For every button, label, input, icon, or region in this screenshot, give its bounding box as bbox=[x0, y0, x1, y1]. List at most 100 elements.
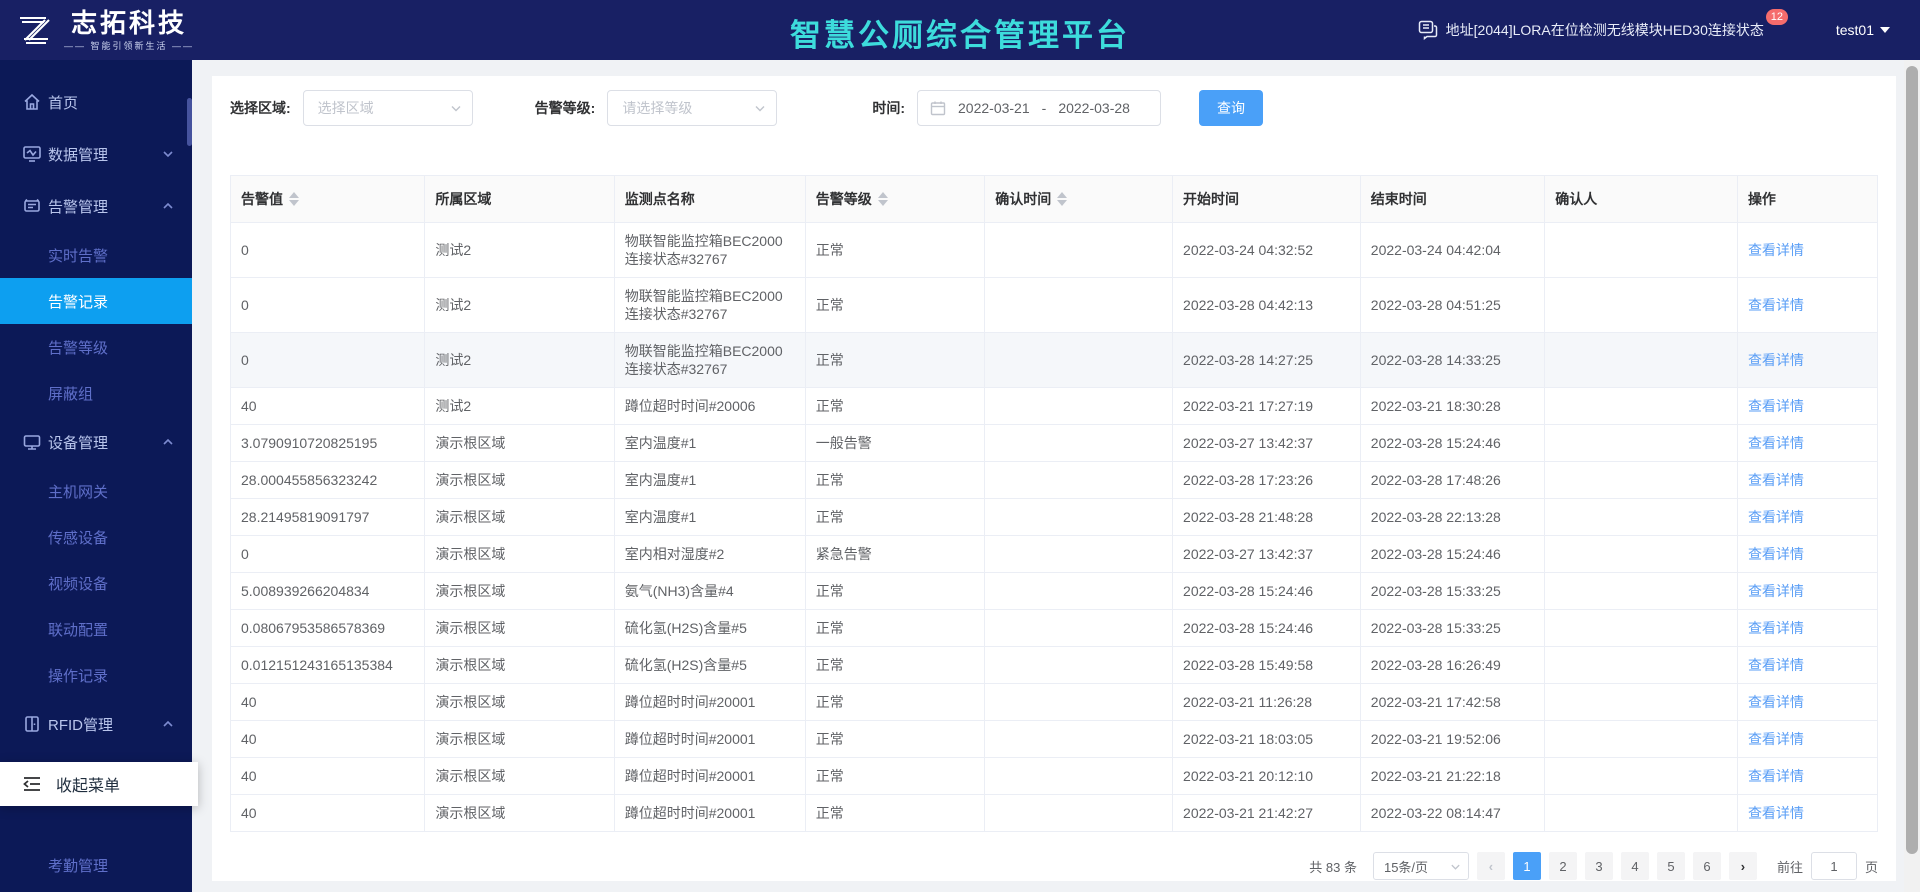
view-details-link[interactable]: 查看详情 bbox=[1748, 805, 1804, 821]
page-button-5[interactable]: 5 bbox=[1657, 852, 1685, 880]
cell-alarm-value: 5.008939266204834 bbox=[231, 573, 425, 610]
cell-start-time: 2022-03-28 15:49:58 bbox=[1173, 647, 1361, 684]
view-details-link[interactable]: 查看详情 bbox=[1748, 657, 1804, 673]
page-button-1[interactable]: 1 bbox=[1513, 852, 1541, 880]
cell-alarm-level: 一般告警 bbox=[805, 425, 985, 462]
view-details-link[interactable]: 查看详情 bbox=[1748, 731, 1804, 747]
sidebar-scrollbar-thumb[interactable] bbox=[187, 98, 192, 146]
page-title: 智慧公厕综合管理平台 bbox=[790, 10, 1130, 55]
home-icon bbox=[22, 92, 42, 112]
sidebar-item-host-gateway[interactable]: 主机网关 bbox=[0, 468, 192, 514]
cell-alarm-value: 0.012151243165135384 bbox=[231, 647, 425, 684]
sidebar-item-home[interactable]: 首页 bbox=[0, 76, 192, 128]
cell-alarm-value: 40 bbox=[231, 721, 425, 758]
cell-actions: 查看详情 bbox=[1737, 721, 1877, 758]
cell-start-time: 2022-03-28 15:24:46 bbox=[1173, 610, 1361, 647]
sort-carets-icon[interactable] bbox=[1057, 192, 1067, 206]
col-region: 所属区域 bbox=[425, 176, 614, 223]
cell-actions: 查看详情 bbox=[1737, 647, 1877, 684]
sidebar-item-realtime-alarm[interactable]: 实时告警 bbox=[0, 232, 192, 278]
date-separator: - bbox=[1042, 100, 1047, 116]
cell-point-name: 蹲位超时时间#20001 bbox=[614, 795, 805, 832]
cell-actions: 查看详情 bbox=[1737, 388, 1877, 425]
view-details-link[interactable]: 查看详情 bbox=[1748, 242, 1804, 258]
sidebar-item-operation-log[interactable]: 操作记录 bbox=[0, 652, 192, 698]
cell-confirmer bbox=[1545, 499, 1738, 536]
notification-area[interactable]: 地址[2044]LORA在位检测无线模块HED30连接状态 12 bbox=[1418, 20, 1764, 40]
table-row: 0.08067953586578369 演示根区域 硫化氢(H2S)含量#5 正… bbox=[231, 610, 1878, 647]
sort-carets-icon[interactable] bbox=[878, 192, 888, 206]
alarm-table: 告警值 所属区域 监测点名称 告警等级 确认时间 开始时间 结束时间 确认人 操… bbox=[230, 175, 1878, 832]
cell-confirmer bbox=[1545, 333, 1738, 388]
page-button-2[interactable]: 2 bbox=[1549, 852, 1577, 880]
view-details-link[interactable]: 查看详情 bbox=[1748, 546, 1804, 562]
sidebar-item-video-device[interactable]: 视频设备 bbox=[0, 560, 192, 606]
region-label: 选择区域: bbox=[230, 98, 291, 118]
sidebar-item-shield-group[interactable]: 屏蔽组 bbox=[0, 370, 192, 416]
chevron-down-icon bbox=[754, 102, 766, 114]
sidebar-item-device-mgmt[interactable]: 设备管理 bbox=[0, 416, 192, 468]
sidebar-item-sensor-device[interactable]: 传感设备 bbox=[0, 514, 192, 560]
total-count: 共 83 条 bbox=[1309, 857, 1357, 876]
page-size-select[interactable]: 15条/页 bbox=[1373, 852, 1469, 880]
cell-alarm-level: 正常 bbox=[805, 758, 985, 795]
time-label: 时间: bbox=[872, 98, 905, 118]
sidebar-item-linkage-config[interactable]: 联动配置 bbox=[0, 606, 192, 652]
notification-text[interactable]: 地址[2044]LORA在位检测无线模块HED30连接状态 bbox=[1446, 20, 1764, 40]
view-details-link[interactable]: 查看详情 bbox=[1748, 509, 1804, 525]
goto-page-input[interactable] bbox=[1811, 852, 1857, 880]
view-details-link[interactable]: 查看详情 bbox=[1748, 768, 1804, 784]
page-button-6[interactable]: 6 bbox=[1693, 852, 1721, 880]
cell-actions: 查看详情 bbox=[1737, 573, 1877, 610]
col-confirm-time: 确认时间 bbox=[985, 176, 1173, 223]
view-details-link[interactable]: 查看详情 bbox=[1748, 583, 1804, 599]
collapse-menu-button[interactable]: 收起菜单 bbox=[0, 762, 198, 806]
cell-start-time: 2022-03-27 13:42:37 bbox=[1173, 425, 1361, 462]
view-details-link[interactable]: 查看详情 bbox=[1748, 297, 1804, 313]
cell-confirm-time bbox=[985, 425, 1173, 462]
query-button[interactable]: 查询 bbox=[1199, 90, 1263, 126]
user-menu[interactable]: test01 bbox=[1836, 22, 1890, 38]
date-start: 2022-03-21 bbox=[958, 100, 1030, 116]
view-details-link[interactable]: 查看详情 bbox=[1748, 435, 1804, 451]
chevron-down-icon bbox=[162, 148, 174, 160]
level-select[interactable]: 请选择等级 bbox=[607, 90, 777, 126]
cell-alarm-level: 正常 bbox=[805, 499, 985, 536]
view-details-link[interactable]: 查看详情 bbox=[1748, 620, 1804, 636]
sidebar-item-alarm-mgmt[interactable]: 告警管理 bbox=[0, 180, 192, 232]
view-details-link[interactable]: 查看详情 bbox=[1748, 472, 1804, 488]
page-scrollbar[interactable] bbox=[1904, 60, 1920, 892]
region-select[interactable]: 选择区域 bbox=[303, 90, 473, 126]
view-details-link[interactable]: 查看详情 bbox=[1748, 398, 1804, 414]
prev-page-button[interactable]: ‹ bbox=[1477, 852, 1505, 880]
sidebar-item-data-mgmt[interactable]: 数据管理 bbox=[0, 128, 192, 180]
cell-confirm-time bbox=[985, 223, 1173, 278]
cell-region: 演示根区域 bbox=[425, 499, 614, 536]
sidebar-item-alarm-levels[interactable]: 告警等级 bbox=[0, 324, 192, 370]
sort-carets-icon[interactable] bbox=[289, 192, 299, 206]
cell-end-time: 2022-03-28 15:24:46 bbox=[1360, 425, 1544, 462]
sidebar-item-rfid-mgmt[interactable]: RFID管理 bbox=[0, 698, 192, 750]
cell-point-name: 硫化氢(H2S)含量#5 bbox=[614, 610, 805, 647]
col-actions: 操作 bbox=[1737, 176, 1877, 223]
cell-start-time: 2022-03-21 18:03:05 bbox=[1173, 721, 1361, 758]
cell-alarm-level: 正常 bbox=[805, 278, 985, 333]
sidebar-item-alarm-records[interactable]: 告警记录 bbox=[0, 278, 192, 324]
next-page-button[interactable]: › bbox=[1729, 852, 1757, 880]
header-right: 地址[2044]LORA在位检测无线模块HED30连接状态 12 test01 bbox=[1418, 20, 1920, 40]
date-range-picker[interactable]: 2022-03-21 - 2022-03-28 bbox=[917, 90, 1161, 126]
page-button-4[interactable]: 4 bbox=[1621, 852, 1649, 880]
cell-actions: 查看详情 bbox=[1737, 499, 1877, 536]
cell-point-name: 物联智能监控箱BEC2000连接状态#32767 bbox=[614, 278, 805, 333]
cell-region: 测试2 bbox=[425, 278, 614, 333]
cell-point-name: 蹲位超时时间#20001 bbox=[614, 721, 805, 758]
sidebar-item-attendance-mgmt[interactable]: 考勤管理 bbox=[0, 842, 192, 888]
cell-alarm-value: 40 bbox=[231, 684, 425, 721]
cell-actions: 查看详情 bbox=[1737, 333, 1877, 388]
page-scrollbar-thumb[interactable] bbox=[1906, 66, 1918, 854]
table-row: 40 演示根区域 蹲位超时时间#20001 正常 2022-03-21 11:2… bbox=[231, 684, 1878, 721]
cell-alarm-level: 正常 bbox=[805, 684, 985, 721]
view-details-link[interactable]: 查看详情 bbox=[1748, 694, 1804, 710]
view-details-link[interactable]: 查看详情 bbox=[1748, 352, 1804, 368]
page-button-3[interactable]: 3 bbox=[1585, 852, 1613, 880]
